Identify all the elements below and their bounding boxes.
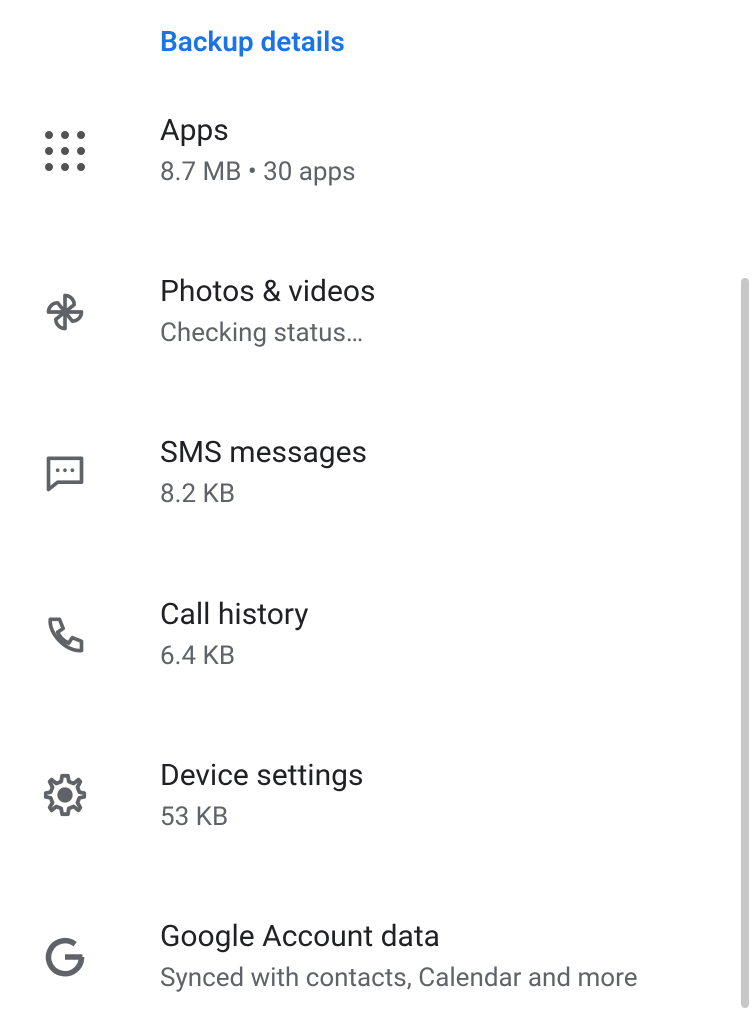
item-title: SMS messages [160, 435, 753, 471]
item-title: Device settings [160, 758, 753, 794]
list-item-text: SMS messages 8.2 KB [160, 435, 753, 510]
item-sub: 53 KB [160, 802, 753, 833]
list-item-call-history[interactable]: Call history 6.4 KB [0, 597, 753, 672]
item-title: Apps [160, 113, 753, 149]
list-item-text: Call history 6.4 KB [160, 597, 753, 672]
item-title: Call history [160, 597, 753, 633]
list-item-text: Photos & videos Checking status… [160, 274, 753, 349]
item-sub: 8.2 KB [160, 479, 753, 510]
pinwheel-icon [35, 282, 95, 342]
list-item-device-settings[interactable]: Device settings 53 KB [0, 758, 753, 833]
item-sub: Synced with contacts, Calendar and more [160, 963, 753, 994]
item-sub: 8.7 MB • 30 apps [160, 157, 753, 188]
list-item-text: Apps 8.7 MB • 30 apps [160, 113, 753, 188]
item-title: Google Account data [160, 919, 753, 955]
google-g-icon [35, 927, 95, 987]
list-item-text: Google Account data Synced with contacts… [160, 919, 753, 994]
gear-icon [35, 765, 95, 825]
list-item-google-account[interactable]: Google Account data Synced with contacts… [0, 919, 753, 994]
chat-icon [35, 443, 95, 503]
list-item-sms[interactable]: SMS messages 8.2 KB [0, 435, 753, 510]
scrollbar-thumb[interactable] [741, 278, 749, 1008]
item-sub: 6.4 KB [160, 641, 753, 672]
phone-icon [35, 604, 95, 664]
backup-details-screen: Backup details Apps 8.7 MB • 30 apps Ph [0, 0, 753, 1024]
list-item-apps[interactable]: Apps 8.7 MB • 30 apps [0, 113, 753, 188]
list-item-photos-videos[interactable]: Photos & videos Checking status… [0, 274, 753, 349]
item-title: Photos & videos [160, 274, 753, 310]
item-sub: Checking status… [160, 318, 753, 349]
section-title: Backup details [0, 25, 753, 58]
apps-grid-icon [35, 121, 95, 181]
list-item-text: Device settings 53 KB [160, 758, 753, 833]
